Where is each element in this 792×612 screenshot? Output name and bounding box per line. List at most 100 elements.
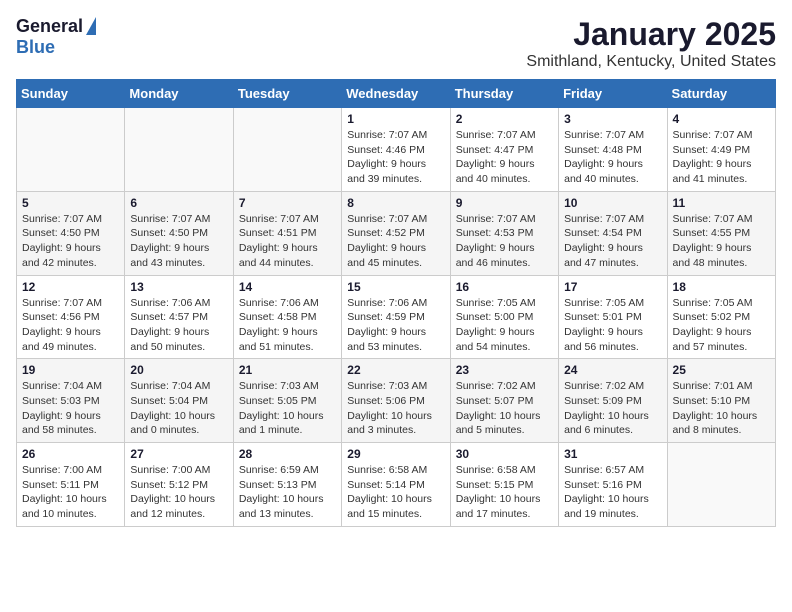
day-info: Sunrise: 7:07 AMSunset: 4:51 PMDaylight:… (239, 212, 336, 271)
day-info: Sunrise: 7:07 AMSunset: 4:54 PMDaylight:… (564, 212, 661, 271)
calendar-cell (667, 443, 775, 527)
day-number: 19 (22, 363, 119, 377)
day-number: 13 (130, 280, 227, 294)
day-info: Sunrise: 7:02 AMSunset: 5:09 PMDaylight:… (564, 379, 661, 438)
day-number: 4 (673, 112, 770, 126)
page-header: General Blue January 2025 Smithland, Ken… (16, 16, 776, 71)
day-info: Sunrise: 7:04 AMSunset: 5:04 PMDaylight:… (130, 379, 227, 438)
day-info: Sunrise: 7:06 AMSunset: 4:57 PMDaylight:… (130, 296, 227, 355)
day-of-week-header: Thursday (450, 80, 558, 108)
logo-blue-line2: Blue (16, 37, 55, 58)
calendar-week-row: 26 Sunrise: 7:00 AMSunset: 5:11 PMDayligh… (17, 443, 776, 527)
day-number: 3 (564, 112, 661, 126)
day-info: Sunrise: 7:04 AMSunset: 5:03 PMDaylight:… (22, 379, 119, 438)
day-info: Sunrise: 7:07 AMSunset: 4:52 PMDaylight:… (347, 212, 444, 271)
day-number: 21 (239, 363, 336, 377)
calendar-cell: 23Sunrise: 7:02 AMSunset: 5:07 PMDayligh… (450, 359, 558, 443)
day-info: Sunrise: 6:58 AMSunset: 5:15 PMDaylight:… (456, 463, 553, 522)
day-number: 6 (130, 196, 227, 210)
calendar-cell: 14 Sunrise: 7:06 AMSunset: 4:58 PMDayligh… (233, 275, 341, 359)
day-number: 10 (564, 196, 661, 210)
calendar-cell: 6 Sunrise: 7:07 AMSunset: 4:50 PMDaylight… (125, 191, 233, 275)
day-of-week-header: Monday (125, 80, 233, 108)
day-info: Sunrise: 7:07 AMSunset: 4:50 PMDaylight:… (130, 212, 227, 271)
day-info: Sunrise: 7:06 AMSunset: 4:59 PMDaylight:… (347, 296, 444, 355)
calendar-cell (125, 108, 233, 192)
day-number: 29 (347, 447, 444, 461)
calendar-cell: 10 Sunrise: 7:07 AMSunset: 4:54 PMDayligh… (559, 191, 667, 275)
calendar-cell: 31 Sunrise: 6:57 AMSunset: 5:16 PMDayligh… (559, 443, 667, 527)
calendar-cell: 26 Sunrise: 7:00 AMSunset: 5:11 PMDayligh… (17, 443, 125, 527)
calendar-cell: 17 Sunrise: 7:05 AMSunset: 5:01 PMDayligh… (559, 275, 667, 359)
day-of-week-header: Friday (559, 80, 667, 108)
day-of-week-header: Tuesday (233, 80, 341, 108)
day-number: 31 (564, 447, 661, 461)
day-info: Sunrise: 7:01 AMSunset: 5:10 PMDaylight:… (673, 379, 770, 438)
calendar-cell: 25 Sunrise: 7:01 AMSunset: 5:10 PMDayligh… (667, 359, 775, 443)
calendar-cell: 22 Sunrise: 7:03 AMSunset: 5:06 PMDayligh… (342, 359, 450, 443)
calendar-cell: 8 Sunrise: 7:07 AMSunset: 4:52 PMDaylight… (342, 191, 450, 275)
calendar-cell: 30 Sunrise: 6:58 AMSunset: 5:15 PMDayligh… (450, 443, 558, 527)
day-info: Sunrise: 6:57 AMSunset: 5:16 PMDaylight:… (564, 463, 661, 522)
day-info: Sunrise: 6:59 AMSunset: 5:13 PMDaylight:… (239, 463, 336, 522)
day-info: Sunrise: 6:58 AMSunset: 5:14 PMDaylight:… (347, 463, 444, 522)
day-info: Sunrise: 7:06 AMSunset: 4:58 PMDaylight:… (239, 296, 336, 355)
calendar-cell: 16 Sunrise: 7:05 AMSunset: 5:00 PMDayligh… (450, 275, 558, 359)
day-info: Sunrise: 7:05 AMSunset: 5:01 PMDaylight:… (564, 296, 661, 355)
day-info: Sunrise: 7:00 AMSunset: 5:11 PMDaylight:… (22, 463, 119, 522)
day-info: Sunrise: 7:07 AMSunset: 4:50 PMDaylight:… (22, 212, 119, 271)
day-of-week-header: Saturday (667, 80, 775, 108)
day-number: 8 (347, 196, 444, 210)
calendar-cell: 3 Sunrise: 7:07 AMSunset: 4:48 PMDaylight… (559, 108, 667, 192)
day-number: 2 (456, 112, 553, 126)
calendar-cell: 24 Sunrise: 7:02 AMSunset: 5:09 PMDayligh… (559, 359, 667, 443)
day-number: 14 (239, 280, 336, 294)
calendar-cell: 1 Sunrise: 7:07 AMSunset: 4:46 PMDaylight… (342, 108, 450, 192)
calendar-cell: 4 Sunrise: 7:07 AMSunset: 4:49 PMDaylight… (667, 108, 775, 192)
day-number: 9 (456, 196, 553, 210)
day-info: Sunrise: 7:07 AMSunset: 4:49 PMDaylight:… (673, 128, 770, 187)
day-info: Sunrise: 7:05 AMSunset: 5:02 PMDaylight:… (673, 296, 770, 355)
calendar-subtitle: Smithland, Kentucky, United States (526, 53, 776, 71)
day-info: Sunrise: 7:07 AMSunset: 4:48 PMDaylight:… (564, 128, 661, 187)
day-number: 16 (456, 280, 553, 294)
calendar-title: January 2025 (526, 16, 776, 53)
calendar-cell (17, 108, 125, 192)
calendar-cell: 18Sunrise: 7:05 AMSunset: 5:02 PMDayligh… (667, 275, 775, 359)
calendar-cell: 19 Sunrise: 7:04 AMSunset: 5:03 PMDayligh… (17, 359, 125, 443)
calendar-cell: 11Sunrise: 7:07 AMSunset: 4:55 PMDayligh… (667, 191, 775, 275)
day-number: 28 (239, 447, 336, 461)
day-number: 22 (347, 363, 444, 377)
calendar-week-row: 19 Sunrise: 7:04 AMSunset: 5:03 PMDayligh… (17, 359, 776, 443)
calendar-cell: 5 Sunrise: 7:07 AMSunset: 4:50 PMDaylight… (17, 191, 125, 275)
day-number: 24 (564, 363, 661, 377)
day-info: Sunrise: 7:07 AMSunset: 4:56 PMDaylight:… (22, 296, 119, 355)
day-number: 17 (564, 280, 661, 294)
day-info: Sunrise: 7:03 AMSunset: 5:06 PMDaylight:… (347, 379, 444, 438)
calendar-cell: 13 Sunrise: 7:06 AMSunset: 4:57 PMDayligh… (125, 275, 233, 359)
logo-general-text: General (16, 16, 83, 37)
day-number: 12 (22, 280, 119, 294)
day-number: 20 (130, 363, 227, 377)
day-info: Sunrise: 7:07 AMSunset: 4:53 PMDaylight:… (456, 212, 553, 271)
calendar-cell (233, 108, 341, 192)
day-info: Sunrise: 7:07 AMSunset: 4:55 PMDaylight:… (673, 212, 770, 271)
calendar-cell: 2Sunrise: 7:07 AMSunset: 4:47 PMDaylight… (450, 108, 558, 192)
calendar-cell: 27Sunrise: 7:00 AMSunset: 5:12 PMDayligh… (125, 443, 233, 527)
day-number: 30 (456, 447, 553, 461)
calendar-cell: 15 Sunrise: 7:06 AMSunset: 4:59 PMDayligh… (342, 275, 450, 359)
day-info: Sunrise: 7:03 AMSunset: 5:05 PMDaylight:… (239, 379, 336, 438)
day-number: 25 (673, 363, 770, 377)
calendar-week-row: 5 Sunrise: 7:07 AMSunset: 4:50 PMDaylight… (17, 191, 776, 275)
title-area: January 2025 Smithland, Kentucky, United… (526, 16, 776, 71)
day-number: 1 (347, 112, 444, 126)
day-number: 26 (22, 447, 119, 461)
calendar-cell: 12 Sunrise: 7:07 AMSunset: 4:56 PMDayligh… (17, 275, 125, 359)
day-info: Sunrise: 7:05 AMSunset: 5:00 PMDaylight:… (456, 296, 553, 355)
calendar-cell: 29 Sunrise: 6:58 AMSunset: 5:14 PMDayligh… (342, 443, 450, 527)
calendar-cell: 20 Sunrise: 7:04 AMSunset: 5:04 PMDayligh… (125, 359, 233, 443)
day-number: 15 (347, 280, 444, 294)
calendar-cell: 21 Sunrise: 7:03 AMSunset: 5:05 PMDayligh… (233, 359, 341, 443)
day-info: Sunrise: 7:07 AMSunset: 4:46 PMDaylight:… (347, 128, 444, 187)
day-number: 5 (22, 196, 119, 210)
